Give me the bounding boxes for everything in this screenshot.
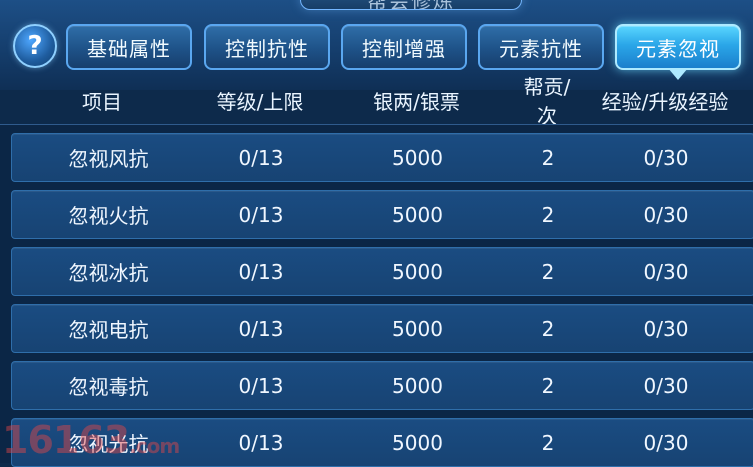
tab-label: 元素抗性 bbox=[499, 36, 583, 61]
tab-control-enhancement[interactable]: 控制增强 bbox=[341, 24, 467, 70]
row-name: 忽视毒抗 bbox=[68, 375, 149, 399]
table-body: 忽视风抗 0/13 5000 2 0/30 忽视火抗 0/13 5000 2 0… bbox=[0, 124, 753, 467]
tab-label: 控制增强 bbox=[362, 36, 446, 61]
row-contribution: 2 bbox=[541, 430, 555, 455]
header-item: 项目 bbox=[82, 89, 122, 114]
tab-label: 元素忽视 bbox=[636, 36, 720, 61]
title-plate: 帮会修炼 bbox=[300, 0, 522, 10]
header-level: 等级/上限 bbox=[216, 89, 304, 114]
tab-bar: 帮会修炼 ? 基础属性 控制抗性 控制增强 元素抗性 元素忽视 bbox=[0, 0, 753, 90]
row-contribution: 2 bbox=[541, 259, 555, 284]
table-header: 项目 等级/上限 银两/银票 帮贡/次 经验/升级经验 bbox=[0, 75, 753, 128]
row-level: 0/13 bbox=[238, 373, 284, 398]
row-level: 0/13 bbox=[238, 430, 284, 455]
row-exp: 0/30 bbox=[643, 145, 689, 170]
tab-basic-attributes[interactable]: 基础属性 bbox=[66, 24, 192, 70]
tab-element-resistance[interactable]: 元素抗性 bbox=[478, 24, 604, 70]
row-cost: 5000 bbox=[392, 202, 443, 227]
header-cost: 银两/银票 bbox=[373, 89, 460, 114]
tab-label: 控制抗性 bbox=[225, 36, 309, 61]
row-contribution: 2 bbox=[541, 202, 555, 227]
row-cost: 5000 bbox=[392, 145, 443, 170]
panel-title: 帮会修炼 bbox=[301, 0, 521, 9]
tab-control-resistance[interactable]: 控制抗性 bbox=[204, 24, 330, 70]
table-row[interactable]: 忽视风抗 0/13 5000 2 0/30 bbox=[11, 133, 753, 182]
row-cost: 5000 bbox=[392, 373, 443, 398]
row-exp: 0/30 bbox=[643, 202, 689, 227]
table-row[interactable]: 忽视冰抗 0/13 5000 2 0/30 bbox=[11, 247, 753, 296]
row-level: 0/13 bbox=[238, 145, 284, 170]
table-row[interactable]: 忽视光抗 0/13 5000 2 0/30 bbox=[11, 418, 753, 467]
row-contribution: 2 bbox=[541, 316, 555, 341]
row-name: 忽视火抗 bbox=[68, 204, 149, 228]
row-level: 0/13 bbox=[238, 316, 284, 341]
row-name: 忽视冰抗 bbox=[68, 261, 149, 285]
row-name: 忽视光抗 bbox=[68, 432, 149, 456]
tab-element-ignore[interactable]: 元素忽视 bbox=[615, 24, 741, 80]
row-name: 忽视电抗 bbox=[68, 318, 149, 342]
help-button[interactable]: ? bbox=[13, 24, 57, 68]
row-cost: 5000 bbox=[392, 316, 443, 341]
tab-label: 基础属性 bbox=[87, 36, 171, 61]
row-level: 0/13 bbox=[238, 202, 284, 227]
row-exp: 0/30 bbox=[643, 373, 689, 398]
row-exp: 0/30 bbox=[643, 259, 689, 284]
row-exp: 0/30 bbox=[643, 316, 689, 341]
row-level: 0/13 bbox=[238, 259, 284, 284]
row-exp: 0/30 bbox=[643, 430, 689, 455]
header-exp: 经验/升级经验 bbox=[601, 89, 729, 114]
row-contribution: 2 bbox=[541, 373, 555, 398]
row-name: 忽视风抗 bbox=[68, 147, 149, 171]
header-contribution: 帮贡/次 bbox=[523, 75, 571, 128]
table-row[interactable]: 忽视火抗 0/13 5000 2 0/30 bbox=[11, 190, 753, 239]
table-row[interactable]: 忽视毒抗 0/13 5000 2 0/30 bbox=[11, 361, 753, 410]
table-row[interactable]: 忽视电抗 0/13 5000 2 0/30 bbox=[11, 304, 753, 353]
row-cost: 5000 bbox=[392, 430, 443, 455]
row-cost: 5000 bbox=[392, 259, 443, 284]
row-contribution: 2 bbox=[541, 145, 555, 170]
